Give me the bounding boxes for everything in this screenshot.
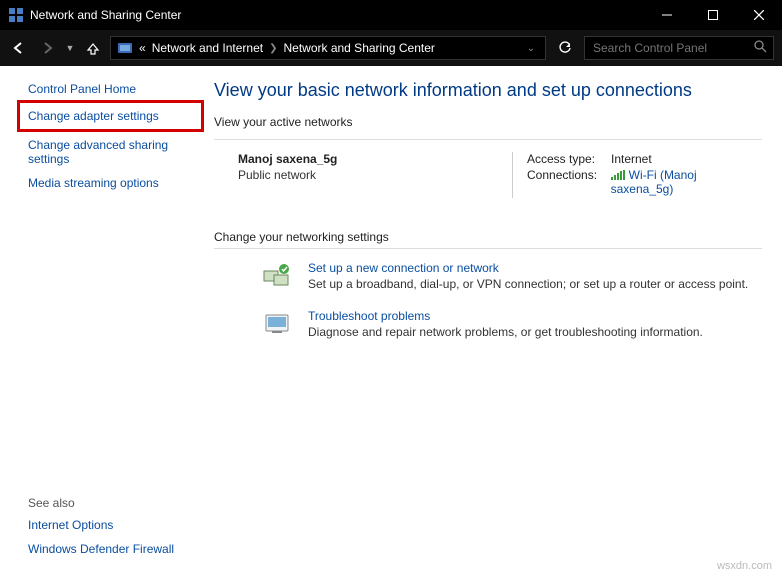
search-box[interactable] bbox=[584, 36, 774, 60]
connections-label: Connections: bbox=[527, 168, 611, 196]
windows-defender-firewall-link[interactable]: Windows Defender Firewall bbox=[28, 542, 196, 556]
breadcrumb-overflow[interactable]: « bbox=[139, 41, 146, 55]
troubleshoot-link[interactable]: Troubleshoot problems bbox=[308, 309, 703, 323]
watermark: wsxdn.com bbox=[717, 560, 772, 572]
refresh-button[interactable] bbox=[552, 36, 578, 60]
close-button[interactable] bbox=[736, 0, 782, 30]
breadcrumb-item-sharing-center[interactable]: Network and Sharing Center bbox=[283, 41, 434, 55]
highlight-box: Change adapter settings bbox=[17, 100, 204, 132]
setup-connection-icon bbox=[262, 261, 294, 293]
main-panel: View your basic network information and … bbox=[210, 66, 782, 578]
address-bar: ▼ « Network and Internet ❯ Network and S… bbox=[0, 30, 782, 66]
forward-button[interactable] bbox=[36, 37, 58, 59]
task-setup-connection: Set up a new connection or network Set u… bbox=[214, 261, 762, 293]
page-heading: View your basic network information and … bbox=[214, 80, 762, 101]
troubleshoot-icon bbox=[262, 309, 294, 341]
search-input[interactable] bbox=[591, 40, 754, 56]
content-body: Control Panel Home Change adapter settin… bbox=[0, 66, 782, 578]
task-troubleshoot: Troubleshoot problems Diagnose and repai… bbox=[214, 309, 762, 341]
recent-dropdown[interactable]: ▼ bbox=[64, 37, 76, 59]
control-panel-icon bbox=[117, 40, 133, 56]
sidebar: Control Panel Home Change adapter settin… bbox=[0, 66, 210, 578]
troubleshoot-desc: Diagnose and repair network problems, or… bbox=[308, 325, 703, 339]
breadcrumb-dropdown[interactable]: ⌄ bbox=[523, 43, 539, 54]
active-networks-heading: View your active networks bbox=[214, 115, 762, 129]
access-type-value: Internet bbox=[611, 152, 652, 166]
see-also-heading: See also bbox=[28, 496, 196, 510]
setup-connection-desc: Set up a broadband, dial-up, or VPN conn… bbox=[308, 277, 748, 291]
breadcrumb-item-network-internet[interactable]: Network and Internet bbox=[152, 41, 263, 55]
wifi-signal-icon bbox=[611, 169, 625, 179]
setup-connection-link[interactable]: Set up a new connection or network bbox=[308, 261, 748, 275]
network-type: Public network bbox=[238, 168, 512, 182]
change-adapter-settings-link[interactable]: Change adapter settings bbox=[28, 109, 193, 123]
network-info: Manoj saxena_5g Public network Access ty… bbox=[214, 152, 762, 208]
back-button[interactable] bbox=[8, 37, 30, 59]
wifi-connection-link[interactable]: Wi-Fi (Manoj saxena_5g) bbox=[611, 168, 697, 196]
media-streaming-options-link[interactable]: Media streaming options bbox=[28, 176, 196, 190]
change-settings-heading: Change your networking settings bbox=[214, 230, 762, 244]
app-icon bbox=[8, 7, 24, 23]
up-button[interactable] bbox=[82, 37, 104, 59]
maximize-button[interactable] bbox=[690, 0, 736, 30]
title-bar: Network and Sharing Center bbox=[0, 0, 782, 30]
minimize-button[interactable] bbox=[644, 0, 690, 30]
breadcrumb[interactable]: « Network and Internet ❯ Network and Sha… bbox=[110, 36, 546, 60]
control-panel-home-link[interactable]: Control Panel Home bbox=[28, 82, 196, 96]
access-type-label: Access type: bbox=[527, 152, 611, 166]
network-name: Manoj saxena_5g bbox=[238, 152, 512, 166]
internet-options-link[interactable]: Internet Options bbox=[28, 518, 196, 532]
search-icon[interactable] bbox=[754, 40, 767, 56]
chevron-right-icon: ❯ bbox=[269, 43, 277, 54]
window-title: Network and Sharing Center bbox=[30, 8, 644, 22]
change-advanced-sharing-link[interactable]: Change advanced sharing settings bbox=[28, 138, 196, 166]
